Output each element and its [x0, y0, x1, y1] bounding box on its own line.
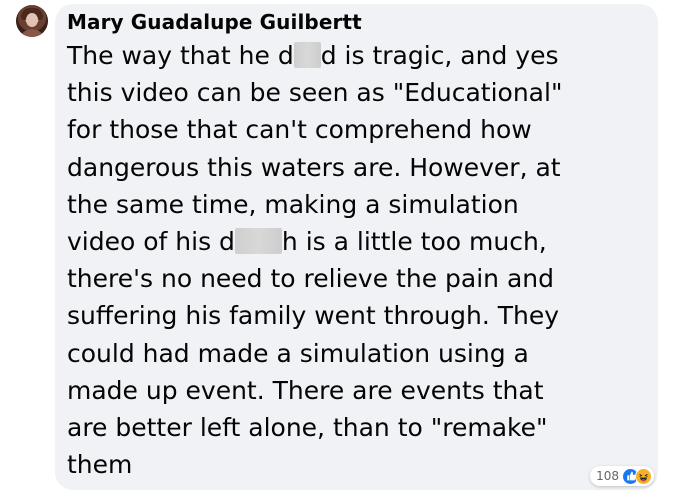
comment-line: video of his d h is a little too much,: [67, 223, 646, 260]
comment-text-segment: there's no need to relieve the pain and: [67, 264, 554, 294]
comment-line: are better left alone, than to "remake": [67, 409, 646, 446]
censored-word-blur: [293, 42, 321, 68]
comment-text: The way that he d d is tragic, and yes thi…: [67, 37, 646, 483]
comment-line: the same time, making a simulation: [67, 186, 646, 223]
comment-author[interactable]: Mary Guadalupe Guilbertt: [67, 8, 646, 36]
comment-text-segment: dangerous this waters are. However, at: [67, 152, 561, 182]
reactions-summary[interactable]: 108: [590, 466, 654, 486]
comment-text-segment: are better left alone, than to "remake": [67, 413, 548, 443]
comment-text-segment: The way that he d: [67, 41, 294, 70]
comment-text-segment: this video can be seen as "Educational": [67, 78, 563, 108]
comment-text-segment: d is tragic, and yes: [320, 41, 559, 70]
comment-line: made up event. There are events that: [67, 372, 646, 409]
comment-text-segment: made up event. There are events that: [67, 375, 544, 405]
comment-bubble: Mary Guadalupe Guilbertt The way that he…: [55, 4, 658, 490]
comment-line: there's no need to relieve the pain and: [67, 260, 646, 297]
comment-line: dangerous this waters are. However, at: [67, 149, 646, 186]
comment-text-segment: video of his d: [67, 227, 235, 257]
censored-word-blur: [234, 228, 282, 255]
comment-line: this video can be seen as "Educational": [67, 74, 646, 111]
comment-line: could had made a simulation using a: [67, 335, 646, 372]
comment-text-segment: could had made a simulation using a: [67, 338, 529, 368]
comment-line: them: [67, 446, 646, 483]
comment-line: The way that he d d is tragic, and yes: [67, 37, 646, 74]
comment-line: suffering his family went through. They: [67, 297, 646, 334]
comment-line: for those that can't comprehend how: [67, 111, 646, 148]
comment-text-segment: h is a little too much,: [281, 227, 547, 257]
haha-icon: [635, 467, 652, 485]
comment-text-segment: the same time, making a simulation: [67, 189, 519, 219]
comment-text-segment: them: [67, 450, 133, 480]
avatar[interactable]: [16, 5, 48, 37]
comment-text-segment: suffering his family went through. They: [67, 301, 560, 331]
comment-text-segment: for those that can't comprehend how: [67, 115, 532, 145]
reaction-count: 108: [596, 469, 619, 483]
